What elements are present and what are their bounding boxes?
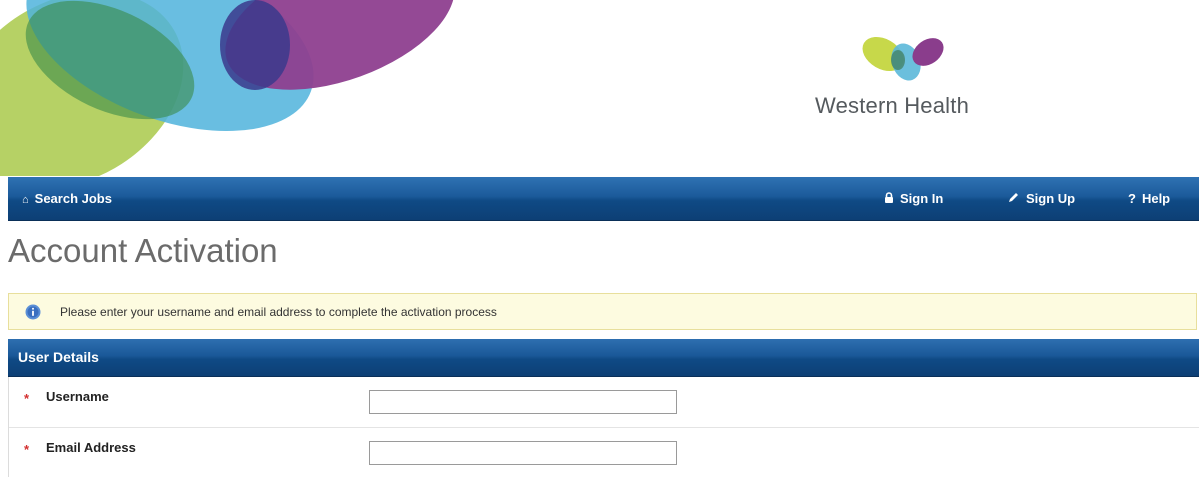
username-label: Username	[46, 389, 109, 404]
required-marker: *	[24, 391, 30, 406]
logo-mark	[862, 36, 944, 81]
nav-search-jobs-label: Search Jobs	[34, 191, 112, 206]
nav-sign-in[interactable]: Sign In	[884, 177, 943, 220]
nav-search-jobs[interactable]: ⌂ Search Jobs	[22, 177, 112, 220]
panel-header: User Details	[8, 339, 1199, 377]
info-icon	[25, 304, 41, 320]
nav-sign-up[interactable]: Sign Up	[1008, 177, 1075, 220]
header-banner: Western Health	[0, 0, 1199, 176]
lock-icon	[884, 179, 894, 222]
info-message: Please enter your username and email add…	[8, 293, 1197, 330]
logo-text: Western Health	[815, 93, 970, 118]
required-marker: *	[24, 442, 30, 457]
panel-body: * Username * Email Address	[8, 377, 1199, 477]
western-health-logo: Western Health	[813, 30, 1013, 130]
nav-sign-up-label: Sign Up	[1026, 191, 1076, 206]
decorative-shapes	[0, 0, 455, 176]
username-input[interactable]	[369, 390, 677, 414]
nav-help[interactable]: ? Help	[1128, 177, 1170, 220]
top-nav-bar: ⌂ Search Jobs Sign In Sign Up ? Help	[8, 177, 1199, 221]
email-label: Email Address	[46, 440, 136, 455]
username-row: * Username	[9, 377, 1199, 428]
page-title: Account Activation	[8, 232, 278, 269]
info-message-text: Please enter your username and email add…	[60, 305, 497, 319]
question-icon: ?	[1128, 191, 1136, 206]
email-row: * Email Address	[9, 428, 1199, 478]
nav-sign-in-label: Sign In	[900, 191, 944, 206]
pencil-icon	[1008, 179, 1020, 222]
user-details-panel: User Details * Username * Email Address	[8, 339, 1199, 477]
home-icon: ⌂	[22, 194, 29, 206]
email-input[interactable]	[369, 441, 677, 465]
nav-help-label: Help	[1141, 191, 1171, 206]
